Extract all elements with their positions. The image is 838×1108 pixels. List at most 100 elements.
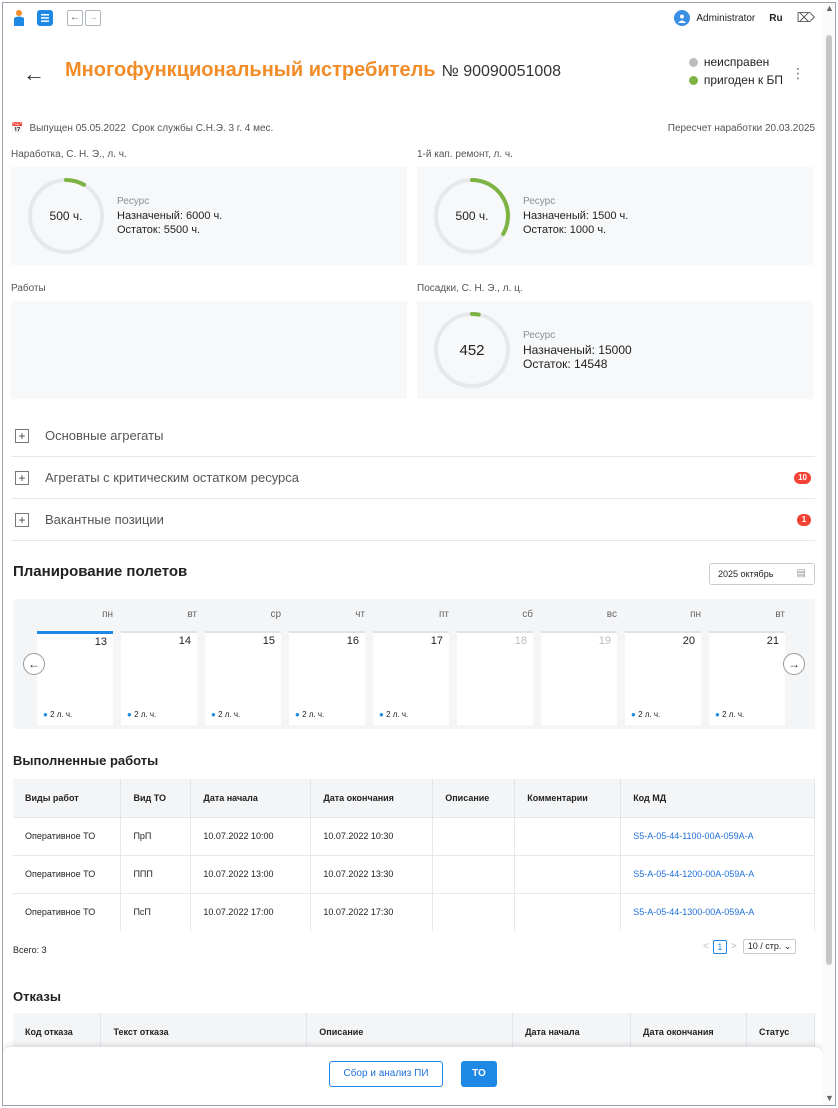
md-code-link[interactable]: S5-A-05-44-1300-00A-059A-A xyxy=(620,892,815,931)
day-flight-hours: ● 2 л. ч. xyxy=(631,710,660,719)
day-name: вт xyxy=(187,609,197,620)
expand-plus-icon[interactable]: + xyxy=(15,470,29,485)
recalc-date: Пересчет наработки 20.03.2025 xyxy=(667,123,815,134)
calendar-prev-icon[interactable]: ← xyxy=(23,653,45,675)
issued-date: Выпущен 05.05.2022 xyxy=(29,123,126,134)
table-row[interactable]: Оперативное ТО ППП 10.07.2022 13:00 10.07.2… xyxy=(13,854,815,893)
status-dot-icon xyxy=(688,57,698,67)
day-cell[interactable]: 15 ● 2 л. ч. xyxy=(205,631,281,725)
day-cell[interactable]: 21 ● 2 л. ч. xyxy=(709,631,785,725)
table-cell: 10.07.2022 10:00 xyxy=(190,816,312,855)
md-code-link[interactable]: S5-A-05-44-1100-00A-059A-A xyxy=(620,816,815,855)
user-avatar-icon[interactable] xyxy=(674,10,691,26)
language-switch[interactable]: Ru xyxy=(769,13,782,24)
day-flight-hours: ● 2 л. ч. xyxy=(43,710,72,719)
history-forward-button[interactable]: → xyxy=(85,10,101,26)
works-total: Всего: 3 xyxy=(13,945,47,955)
day-name: вс xyxy=(606,609,617,620)
card-runtime: 500 ч. Ресурс Назначеный: 6000 ч. Остато… xyxy=(11,167,407,265)
table-cell: Оперативное ТО xyxy=(13,816,122,855)
card-label-overhaul: 1-й кап. ремонт, л. ч. xyxy=(417,149,513,160)
day-cell[interactable]: 14 ● 2 л. ч. xyxy=(121,631,197,725)
page-size-value: 10 / стр. xyxy=(747,941,782,951)
hours-text: 2 л. ч. xyxy=(218,710,241,719)
scroll-thumb[interactable] xyxy=(826,35,832,965)
overhaul-value: 500 ч. xyxy=(455,209,489,223)
history-back-button[interactable]: ← xyxy=(67,10,83,26)
day-cell[interactable]: 18 xyxy=(457,631,533,725)
maintenance-button[interactable]: ТО xyxy=(461,1061,497,1087)
table-cell: Оперативное ТО xyxy=(13,892,122,931)
scroll-down-icon[interactable]: ▼ xyxy=(825,1093,834,1103)
table-cell xyxy=(432,816,516,855)
table-cell: ППП xyxy=(120,854,192,893)
day-cell[interactable]: 16 ● 2 л. ч. xyxy=(289,631,365,725)
hours-text: 2 л. ч. xyxy=(722,710,745,719)
logout-icon[interactable]: ⌦ xyxy=(797,10,815,26)
works-title: Выполненные работы xyxy=(13,753,159,768)
day-number: 13 xyxy=(94,636,107,648)
day-name: вт xyxy=(775,609,785,620)
day-cell[interactable]: 13 ● 2 л. ч. xyxy=(37,631,113,725)
aircraft-serial: № 90090051008 xyxy=(441,63,562,80)
resource-label: Ресурс xyxy=(523,330,556,341)
page-size-select[interactable]: 10 / стр. ⌄ xyxy=(742,939,797,954)
works-col-header: Комментарии xyxy=(514,779,622,817)
day-cell[interactable]: 19 xyxy=(541,631,617,725)
day-number: 21 xyxy=(766,635,779,647)
failures-col-header: Текст отказа xyxy=(100,1013,308,1051)
expand-plus-icon[interactable]: + xyxy=(15,512,29,527)
works-col-header: Виды работ xyxy=(13,779,122,817)
landings-resource: Ресурс Назначеный: 15000 Остаток: 14548 xyxy=(523,329,632,371)
calendar-next-icon[interactable]: → xyxy=(783,653,805,675)
card-label-landings: Посадки, С. Н. Э., л. ц. xyxy=(417,283,523,294)
day-cell[interactable]: 20 ● 2 л. ч. xyxy=(625,631,701,725)
accordion-critical-units[interactable]: + Агрегаты с критическим остатком ресурс… xyxy=(11,457,815,499)
table-cell: 10.07.2022 10:30 xyxy=(310,816,434,855)
md-code-link[interactable]: S5-A-05-44-1200-00A-059A-A xyxy=(620,854,815,893)
day-flight-hours: ● 2 л. ч. xyxy=(295,710,324,719)
month-picker[interactable]: 2025 октябрь ▤ xyxy=(709,563,815,585)
table-row[interactable]: Оперативное ТО ПсП 10.07.2022 17:00 10.07.2… xyxy=(13,892,815,931)
works-col-header: Вид ТО xyxy=(120,779,192,817)
day-number: 15 xyxy=(262,635,275,647)
day-name: пт xyxy=(439,609,449,620)
day-cell[interactable]: 17 ● 2 л. ч. xyxy=(373,631,449,725)
table-row[interactable]: Оперативное ТО ПрП 10.07.2022 10:00 10.07.2… xyxy=(13,816,815,855)
assigned-value: Назначеный: 1500 ч. xyxy=(523,210,629,222)
table-cell: ПсП xyxy=(120,892,192,931)
works-col-header: Код МД xyxy=(620,779,815,817)
bullet-icon: ● xyxy=(631,710,639,719)
collect-analysis-button[interactable]: Сбор и анализ ПИ xyxy=(329,1061,443,1087)
scroll-up-icon[interactable]: ▲ xyxy=(825,3,834,13)
accordion-main-units[interactable]: + Основные агрегаты xyxy=(11,415,815,457)
card-landings: 452 Ресурс Назначеный: 15000 Остаток: 14… xyxy=(417,301,813,399)
status-check-icon xyxy=(688,75,698,85)
day-number: 16 xyxy=(346,635,359,647)
day-flight-hours: ● 2 л. ч. xyxy=(127,710,156,719)
day-name: пн xyxy=(102,609,113,620)
list-view-icon[interactable] xyxy=(37,10,53,26)
table-cell xyxy=(514,816,622,855)
remaining-value: Остаток: 14548 xyxy=(523,357,608,371)
bullet-icon: ● xyxy=(715,710,723,719)
app-logo-icon[interactable] xyxy=(11,9,27,27)
vertical-scrollbar[interactable]: ▲ ▼ xyxy=(823,3,835,1105)
back-arrow-icon[interactable]: ← xyxy=(23,61,45,87)
accordion-label: Агрегаты с критическим остатком ресурса xyxy=(45,470,300,485)
page-title: Многофункциональный истребитель № 9009005… xyxy=(65,59,561,82)
page-prev-icon[interactable]: < xyxy=(703,941,709,952)
table-cell: 10.07.2022 13:30 xyxy=(310,854,434,893)
overhaul-resource: Ресурс Назначеный: 1500 ч. Остаток: 1000… xyxy=(523,195,628,237)
failures-col-header: Статус xyxy=(746,1013,816,1051)
works-col-header: Описание xyxy=(432,779,516,817)
expand-plus-icon[interactable]: + xyxy=(15,428,29,443)
day-name: пн xyxy=(690,609,701,620)
accordion-vacant-positions[interactable]: + Вакантные позиции 1 xyxy=(11,499,815,541)
app-window: ← → Administrator Ru ⌦ ← Многофункционал… xyxy=(2,2,836,1106)
page-next-icon[interactable]: > xyxy=(731,941,737,952)
more-menu-icon[interactable]: ⋮ xyxy=(791,65,805,82)
day-number: 14 xyxy=(178,635,191,647)
page-number[interactable]: 1 xyxy=(712,939,727,954)
user-name[interactable]: Administrator xyxy=(696,13,755,24)
